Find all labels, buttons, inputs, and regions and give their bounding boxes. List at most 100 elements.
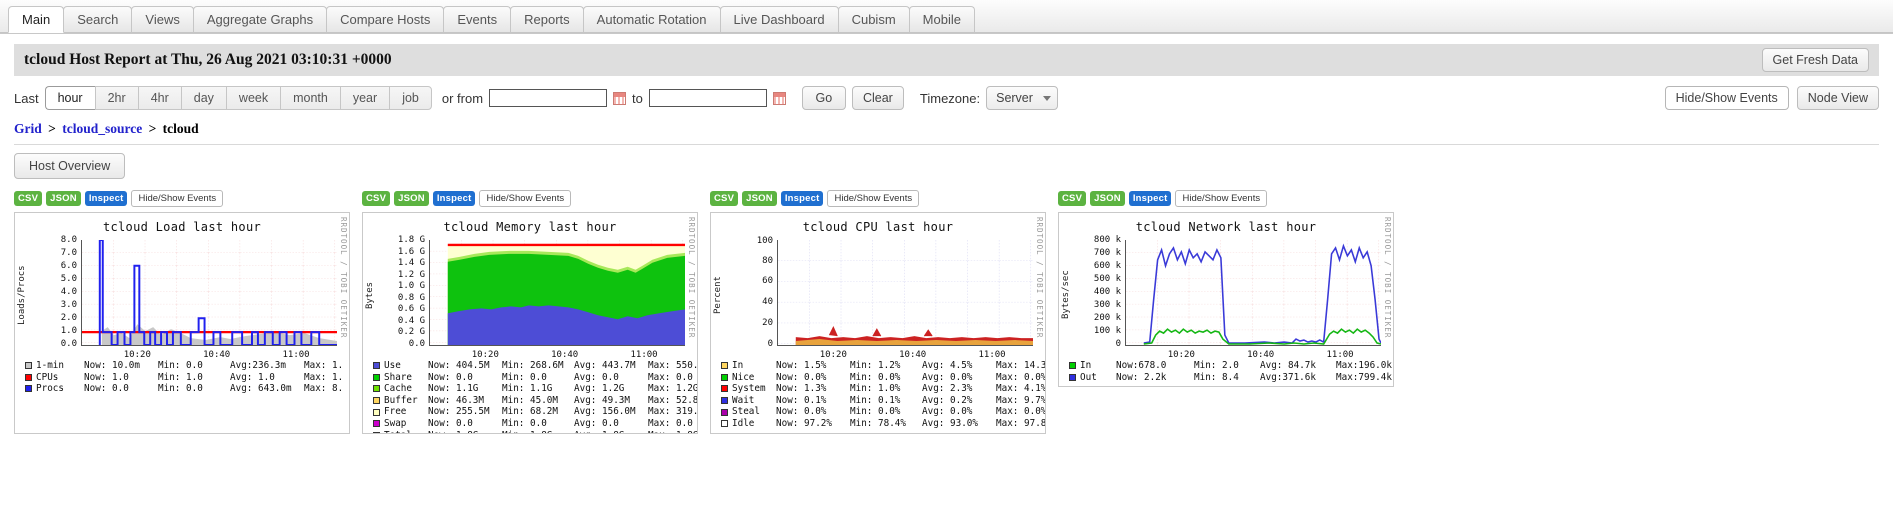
xtick: 10:20 bbox=[1167, 350, 1195, 360]
graph-cpu[interactable]: tcloud CPU last hour RRDTOOL / TOBI OETI… bbox=[710, 212, 1046, 434]
json-button-memory[interactable]: JSON bbox=[394, 191, 429, 206]
plot-area-load: Loads/Procs 8.0 7.0 6.0 5.0 4.0 3.0 2.0 … bbox=[15, 235, 349, 360]
csv-button-memory[interactable]: CSV bbox=[362, 191, 391, 206]
ytick: 0.4 G bbox=[397, 315, 425, 326]
y-axis-ticks-memory: 1.8 G 1.6 G 1.4 G 1.2 G 1.0 G 0.8 G 0.6 … bbox=[377, 235, 425, 354]
to-date-input[interactable] bbox=[648, 89, 767, 107]
legend-row: CPUs Now: 1.0 Min: 1.0 Avg: 1.0 Max: 1. bbox=[25, 372, 343, 384]
tab-main[interactable]: Main bbox=[8, 6, 65, 33]
calendar-icon-to[interactable] bbox=[772, 91, 786, 105]
xtick: 10:40 bbox=[899, 350, 927, 360]
legend-swatch bbox=[721, 362, 728, 370]
legend-avg: Avg: 1.8G bbox=[574, 430, 648, 433]
legend-now: Now: 1.0 bbox=[84, 371, 129, 383]
main-tab-bar: Main Search Views Aggregate Graphs Compa… bbox=[0, 0, 1893, 34]
host-overview-button[interactable]: Host Overview bbox=[14, 153, 126, 179]
ytick: 20 bbox=[762, 318, 773, 328]
legend-name: Free bbox=[384, 406, 407, 418]
range-week[interactable]: week bbox=[225, 86, 281, 110]
legend-avg: Avg: 0.2% bbox=[922, 394, 973, 406]
legend-row: Buffer Now: 46.3M Min: 45.0M Avg: 49.3M … bbox=[373, 394, 697, 407]
hide-show-events-button-load[interactable]: Hide/Show Events bbox=[131, 190, 224, 207]
csv-button-network[interactable]: CSV bbox=[1058, 191, 1087, 206]
legend-min: Min: 45.0M bbox=[502, 394, 558, 406]
get-fresh-data-button[interactable]: Get Fresh Data bbox=[1761, 48, 1869, 72]
tab-views[interactable]: Views bbox=[131, 6, 194, 33]
inspect-button-load[interactable]: Inspect bbox=[84, 191, 128, 206]
graph-title-memory: tcloud Memory last hour bbox=[443, 220, 617, 234]
tab-search[interactable]: Search bbox=[63, 6, 133, 33]
inspect-button-memory[interactable]: Inspect bbox=[432, 191, 476, 206]
tab-cubism[interactable]: Cubism bbox=[837, 6, 910, 33]
csv-button-load[interactable]: CSV bbox=[14, 191, 43, 206]
inspect-button-cpu[interactable]: Inspect bbox=[780, 191, 824, 206]
legend-max: Max: 0.0 bbox=[648, 417, 693, 429]
ytick: 0.0 bbox=[60, 339, 77, 349]
graph-title-cpu: tcloud CPU last hour bbox=[802, 220, 954, 234]
xtick: 10:20 bbox=[471, 350, 499, 360]
legend-swatch bbox=[373, 362, 380, 370]
json-button-network[interactable]: JSON bbox=[1090, 191, 1125, 206]
legend-min: Min: 1.1G bbox=[502, 383, 553, 395]
legend-row: Idle Now: 97.2% Min: 78.4% Avg: 93.0% Ma… bbox=[721, 417, 1045, 430]
clear-button[interactable]: Clear bbox=[851, 86, 904, 110]
range-month[interactable]: month bbox=[280, 86, 340, 110]
inspect-button-network[interactable]: Inspect bbox=[1128, 191, 1172, 206]
range-2hr[interactable]: 2hr bbox=[94, 86, 138, 110]
csv-button-cpu[interactable]: CSV bbox=[710, 191, 739, 206]
page-title: tcloud Host Report at Thu, 26 Aug 2021 0… bbox=[24, 51, 392, 68]
hide-show-events-button-network[interactable]: Hide/Show Events bbox=[1175, 190, 1268, 207]
legend-swatch bbox=[721, 397, 728, 405]
x-axis-ticks-memory: 10:20 10:40 11:00 bbox=[429, 350, 685, 364]
legend-name: Wait bbox=[732, 394, 755, 406]
legend-min: Min: 0.1% bbox=[850, 394, 901, 406]
json-button-load[interactable]: JSON bbox=[46, 191, 81, 206]
tab-aggregate-graphs[interactable]: Aggregate Graphs bbox=[192, 6, 328, 33]
range-4hr[interactable]: 4hr bbox=[137, 86, 181, 110]
legend-now: Now: 0.0 bbox=[84, 383, 129, 395]
ytick: 0.0 bbox=[408, 339, 425, 349]
json-button-cpu[interactable]: JSON bbox=[742, 191, 777, 206]
node-view-button[interactable]: Node View bbox=[1796, 86, 1879, 110]
ytick: 1.6 G bbox=[397, 246, 425, 257]
legend-avg: Avg: 0.0% bbox=[922, 406, 973, 418]
tab-live-dashboard[interactable]: Live Dashboard bbox=[719, 6, 839, 33]
go-button[interactable]: Go bbox=[801, 86, 846, 110]
legend-swatch bbox=[25, 373, 32, 381]
legend-name: In bbox=[732, 360, 744, 371]
hide-show-events-button[interactable]: Hide/Show Events bbox=[1664, 86, 1789, 110]
from-date-input[interactable] bbox=[489, 89, 608, 107]
breadcrumb-grid[interactable]: Grid bbox=[14, 121, 42, 136]
legend-now: Now: 97.2% bbox=[776, 417, 832, 429]
tab-events[interactable]: Events bbox=[443, 6, 512, 33]
hide-show-events-button-cpu[interactable]: Hide/Show Events bbox=[827, 190, 920, 207]
calendar-icon-from[interactable] bbox=[613, 91, 627, 105]
tab-reports[interactable]: Reports bbox=[510, 6, 584, 33]
graph-memory[interactable]: tcloud Memory last hour RRDTOOL / TOBI O… bbox=[362, 212, 698, 434]
graph-legend-memory: Use Now: 404.5M Min: 268.6M Avg: 443.7M … bbox=[363, 358, 697, 433]
last-label: Last bbox=[14, 90, 39, 106]
legend-max: Max: 1.2G bbox=[648, 383, 698, 395]
time-range-controls: Last hour 2hr 4hr day week month year jo… bbox=[14, 83, 1879, 113]
legend-name: Use bbox=[384, 360, 401, 371]
tab-compare-hosts[interactable]: Compare Hosts bbox=[326, 6, 445, 33]
timezone-select[interactable]: Server bbox=[986, 86, 1059, 110]
graph-load[interactable]: tcloud Load last hour RRDTOOL / TOBI OET… bbox=[14, 212, 350, 434]
range-day[interactable]: day bbox=[180, 86, 226, 110]
hide-show-events-button-memory[interactable]: Hide/Show Events bbox=[479, 190, 572, 207]
range-job[interactable]: job bbox=[389, 86, 432, 110]
legend-avg: Avg: 0.0% bbox=[922, 371, 973, 383]
ytick: 400 k bbox=[1093, 287, 1121, 297]
range-year[interactable]: year bbox=[339, 86, 390, 110]
range-hour[interactable]: hour bbox=[44, 86, 95, 110]
tab-mobile[interactable]: Mobile bbox=[908, 6, 975, 33]
graph-title-network: tcloud Network last hour bbox=[1135, 220, 1317, 234]
legend-row: Cache Now: 1.1G Min: 1.1G Avg: 1.2G Max:… bbox=[373, 383, 697, 395]
legend-swatch bbox=[373, 397, 380, 405]
breadcrumb-source[interactable]: tcloud_source bbox=[62, 121, 142, 136]
tab-automatic-rotation[interactable]: Automatic Rotation bbox=[582, 6, 721, 33]
legend-swatch bbox=[373, 420, 380, 428]
xtick: 10:20 bbox=[123, 350, 151, 360]
graph-network[interactable]: tcloud Network last hour RRDTOOL / TOBI … bbox=[1058, 212, 1394, 387]
plot-canvas-network bbox=[1125, 240, 1382, 346]
